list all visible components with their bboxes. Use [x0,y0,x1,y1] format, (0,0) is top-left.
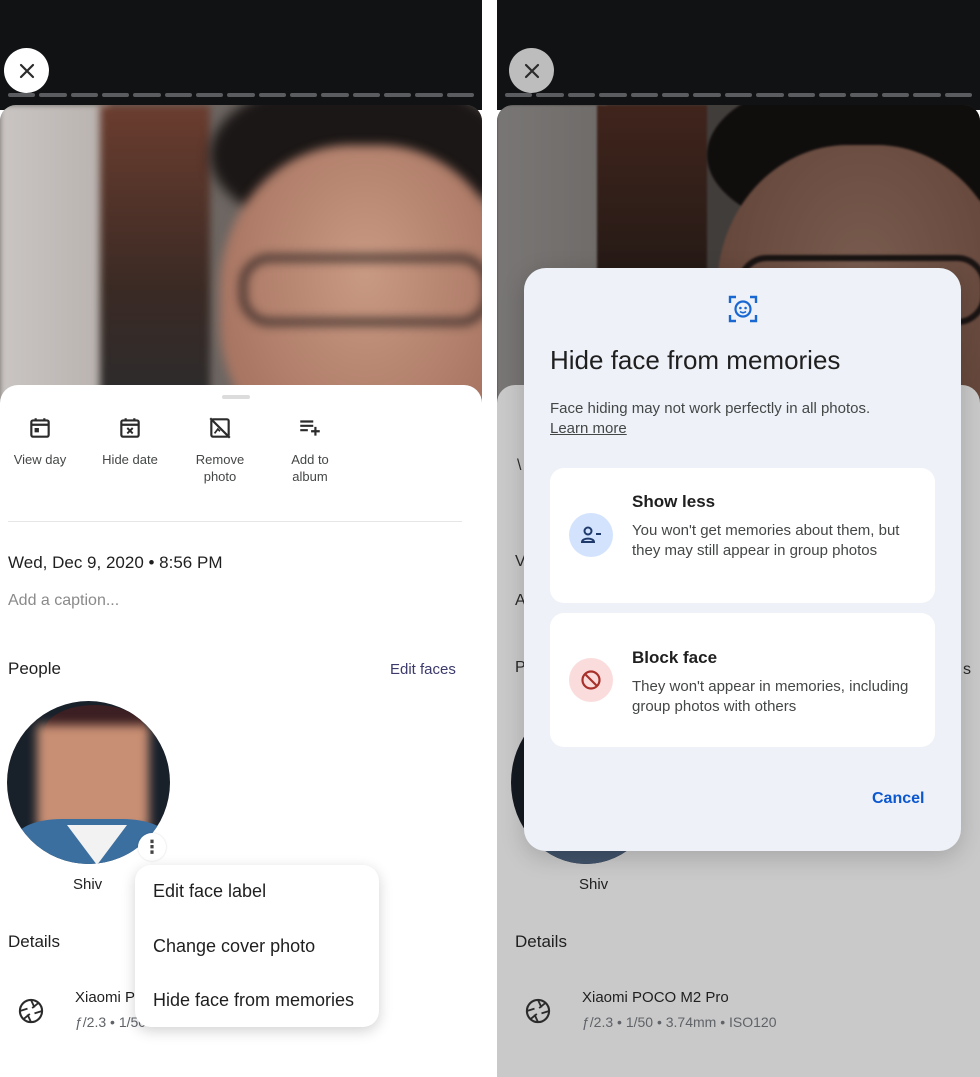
hide-date-button[interactable]: Hide date [85,415,175,468]
block-face-option[interactable]: Block face They won't appear in memories… [550,613,935,747]
camera-specs: ƒ/2.3 • 1/50 • 3.74mm • ISO120 [582,1014,777,1030]
menu-item-edit-face-label[interactable]: Edit face label [153,881,266,902]
show-less-title: Show less [632,492,716,511]
playlist-add-icon [300,420,320,436]
camera-aperture-icon [525,998,551,1024]
people-heading: People [8,659,61,678]
face-detect-icon [728,295,758,323]
block-face-description: They won't appear in memories, including… [632,678,909,715]
edit-faces-button[interactable]: Edit faces [390,661,456,678]
details-heading: Details [8,932,60,951]
calendar-day-icon [30,418,50,438]
memory-photo [0,105,482,405]
block-face-badge [569,658,613,702]
view-day-button[interactable]: View day [0,415,85,468]
sheet-drag-handle[interactable] [222,395,250,399]
add-to-album-button[interactable]: Add to album [265,415,355,485]
camera-name: Xiaomi POCO M2 Pro [582,989,729,1006]
obscured-text: s [963,661,971,678]
menu-item-hide-face[interactable]: Hide face from memories [153,990,354,1011]
show-less-option[interactable]: Show less You won't get memories about t… [550,468,935,603]
person-remove-icon [580,526,601,543]
details-heading: Details [515,932,567,951]
dialog-body: Face hiding may not work perfectly in al… [550,400,871,417]
remove-photo-label: Remove photo [195,452,245,484]
photo-date-time[interactable]: Wed, Dec 9, 2020 • 8:56 PM [8,553,222,573]
person-name: Shiv [73,876,103,893]
story-progress-bar [8,93,474,97]
hide-face-dialog: Hide face from memories Face hiding may … [524,268,961,851]
right-screen: \ V A P s Shiv Details Xiaomi POCO M2 Pr… [497,0,980,1077]
add-to-album-label: Add to album [291,452,329,484]
cancel-button[interactable]: Cancel [872,790,924,808]
show-less-badge [569,513,613,557]
face-context-menu: Edit face label Change cover photo Hide … [135,865,379,1027]
story-progress-bar [505,93,973,97]
remove-photo-icon [209,417,231,439]
screen-separator [482,0,497,1077]
more-vert-icon: ⋮ [143,836,161,857]
view-day-label: View day [13,452,67,467]
caption-input[interactable]: Add a caption... [8,592,119,610]
divider [8,521,462,522]
dialog-title: Hide face from memories [550,345,841,375]
person-name: Shiv [579,876,609,893]
photo-actions-row: View day Hide date Remove photo Add to a… [0,415,480,505]
more-options-button[interactable]: ⋮ [138,833,166,861]
obscured-text: \ [517,457,522,474]
close-icon [524,63,539,78]
close-button[interactable] [509,48,554,93]
block-face-title: Block face [632,648,718,667]
show-less-description: You won't get memories about them, but t… [632,522,900,559]
calendar-hide-icon [120,418,140,438]
close-button[interactable] [4,48,49,93]
learn-more-link[interactable]: Learn more [550,420,627,437]
camera-aperture-icon [18,998,44,1024]
left-screen: View day Hide date Remove photo Add to a… [0,0,482,1077]
hide-date-label: Hide date [102,452,158,467]
remove-photo-button[interactable]: Remove photo [175,415,265,485]
close-icon [19,63,34,78]
block-icon [581,670,601,690]
menu-item-change-cover-photo[interactable]: Change cover photo [153,936,315,957]
